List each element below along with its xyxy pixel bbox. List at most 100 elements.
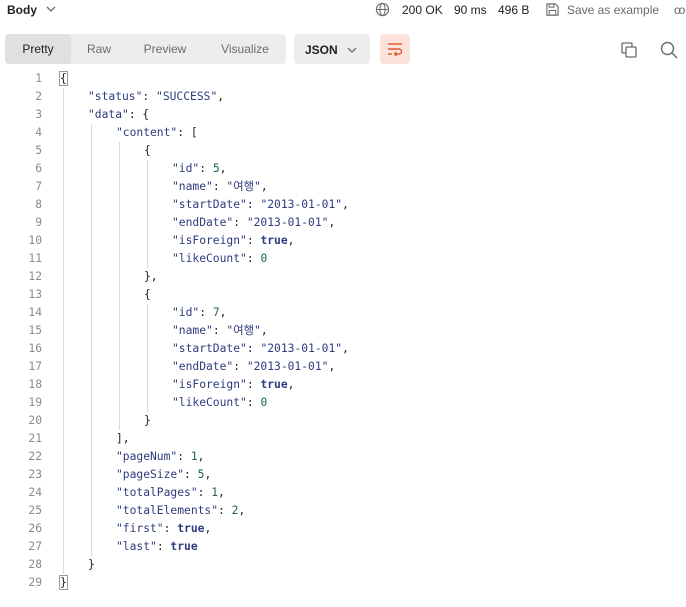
view-mode-tabs: Pretty Raw Preview Visualize [5,34,286,64]
line-number: 24 [28,486,42,499]
code-line: 22 "pageNum": 1, [0,448,686,466]
line-number: 22 [28,450,42,463]
wrap-text-icon [388,43,403,56]
code-text: "data": { [88,108,150,121]
response-body-viewer[interactable]: 1{ 2 "status": "SUCCESS", 3 "data": { 4 "conte… [0,70,686,600]
line-number: 13 [28,288,42,301]
code-text: { [59,71,68,86]
code-text: } [88,558,95,571]
tab-pretty[interactable]: Pretty [5,34,71,64]
code-line: 11 "likeCount": 0 [0,250,686,268]
code-text: "content": [ [116,126,198,139]
line-number: 16 [28,342,42,355]
line-number: 28 [28,558,42,571]
code-text: "status": "SUCCESS", [88,90,225,103]
code-text: "last": true [116,540,198,553]
code-line: 1{ [0,70,686,88]
code-line: 27 "last": true [0,538,686,556]
line-number: 27 [28,540,42,553]
search-icon[interactable] [659,40,679,60]
code-text: "startDate": "2013-01-01", [172,198,349,211]
code-line: 12}, [0,268,686,286]
code-text: "likeCount": 0 [172,252,268,265]
code-text: } [59,575,68,590]
code-line: 26 "first": true, [0,520,686,538]
response-size[interactable]: 496 B [498,3,529,17]
code-line: 9 "endDate": "2013-01-01", [0,214,686,232]
code-text: "pageSize": 5, [116,468,212,481]
code-line: 2 "status": "SUCCESS", [0,88,686,106]
line-number: 17 [28,360,42,373]
code-text: ], [116,432,130,445]
tab-preview[interactable]: Preview [130,34,200,64]
more-options-icon[interactable]: oo [674,3,685,17]
line-number: 14 [28,306,42,319]
line-number: 20 [28,414,42,427]
code-text: "totalPages": 1, [116,486,225,499]
code-text: }, [144,270,158,283]
code-line: 8 "startDate": "2013-01-01", [0,196,686,214]
code-line: 13 { [0,286,686,304]
wrap-lines-button[interactable] [380,34,410,64]
code-text: "pageNum": 1, [116,450,205,463]
code-line: 18 "isForeign": true, [0,376,686,394]
code-line: 6 "id": 5, [0,160,686,178]
code-text: "isForeign": true, [172,378,295,391]
code-text: "isForeign": true, [172,234,295,247]
code-text: } [144,414,151,427]
line-number: 5 [35,144,42,157]
tab-visualize[interactable]: Visualize [208,34,282,64]
chevron-down-icon[interactable] [45,3,57,15]
code-line: 4 "content": [ [0,124,686,142]
code-text: "startDate": "2013-01-01", [172,342,349,355]
line-number: 4 [35,126,42,139]
tab-raw[interactable]: Raw [71,34,127,64]
code-text: "endDate": "2013-01-01", [172,216,336,229]
code-text: "totalElements": 2, [116,504,246,517]
code-line: 10 "isForeign": true, [0,232,686,250]
code-line: 7 "name": "여행", [0,178,686,196]
line-number: 12 [28,270,42,283]
line-number: 3 [35,108,42,121]
line-number: 9 [35,216,42,229]
code-text: { [144,288,151,301]
code-line: 24 "totalPages": 1, [0,484,686,502]
globe-icon[interactable] [375,2,390,17]
format-select-value: JSON [305,43,338,57]
line-number: 18 [28,378,42,391]
code-line: 15 "name": "여행", [0,322,686,340]
code-line: 3 "data": { [0,106,686,124]
save-icon[interactable] [545,2,560,17]
code-line: 28} [0,556,686,574]
response-header: Body 200 OK 90 ms 496 B Save as example … [0,0,686,22]
line-number: 11 [28,252,42,265]
code-text: "name": "여행", [172,180,268,193]
line-number: 7 [35,180,42,193]
code-text: "endDate": "2013-01-01", [172,360,336,373]
code-line: 23 "pageSize": 5, [0,466,686,484]
save-as-example-button[interactable]: Save as example [567,3,659,17]
line-number: 2 [35,90,42,103]
line-number: 8 [35,198,42,211]
line-number: 26 [28,522,42,535]
body-dropdown-label[interactable]: Body [7,3,37,17]
code-line: 14 "id": 7, [0,304,686,322]
code-line: 21], [0,430,686,448]
code-text: "first": true, [116,522,212,535]
copy-icon[interactable] [619,40,639,60]
code-text: "id": 7, [172,306,227,319]
code-line: 20} [0,412,686,430]
line-number: 25 [28,504,42,517]
line-number: 29 [28,576,42,589]
code-line: 19 "likeCount": 0 [0,394,686,412]
code-line: 29} [0,574,686,592]
code-line: 25 "totalElements": 2, [0,502,686,520]
format-select[interactable]: JSON [294,34,370,64]
status-code[interactable]: 200 OK [402,3,443,17]
code-text: { [144,144,151,157]
code-text: "name": "여행", [172,324,268,337]
line-number: 23 [28,468,42,481]
response-time[interactable]: 90 ms [454,3,487,17]
line-number: 21 [28,432,42,445]
chevron-down-icon [347,47,357,53]
